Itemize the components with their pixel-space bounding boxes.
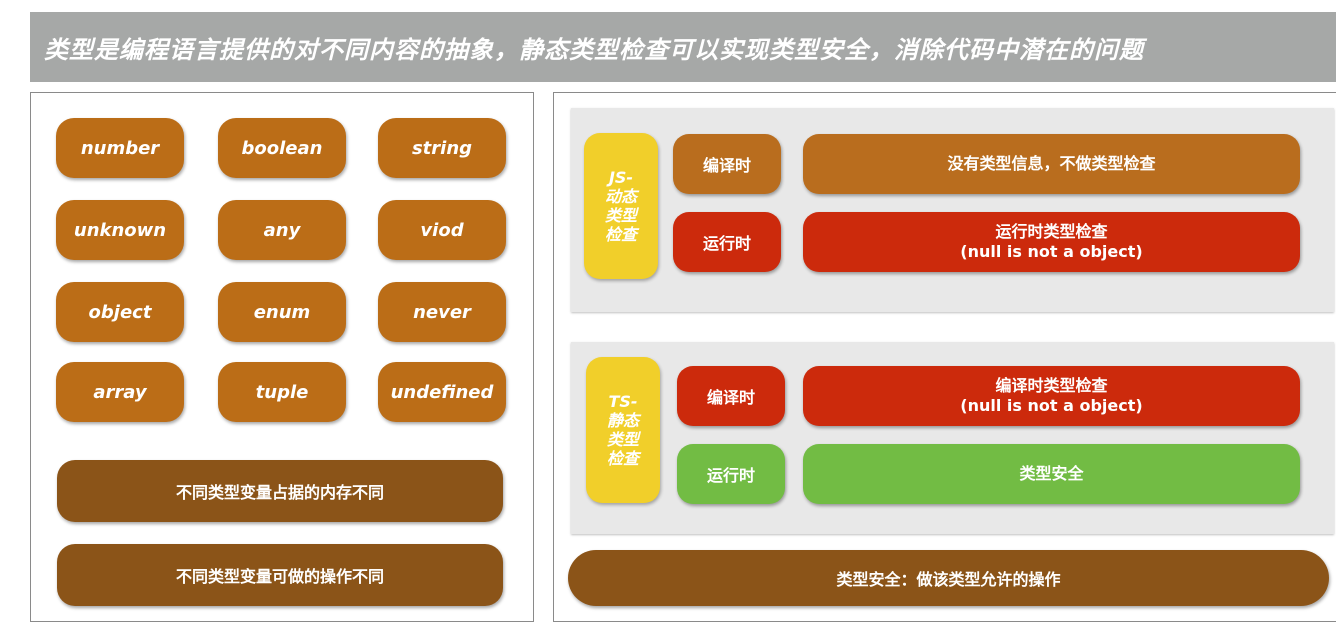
ts-runtime-stage: 运行时 — [677, 444, 785, 504]
type-unknown: unknown — [56, 200, 184, 260]
ts-label-line: 静态 — [606, 411, 639, 430]
ts-runtime-desc: 类型安全 — [803, 444, 1300, 504]
js-runtime-desc: 运行时类型检查 (null is not a object) — [803, 212, 1300, 272]
type-safety-conclusion: 类型安全：做该类型允许的操作 — [568, 550, 1329, 606]
type-enum: enum — [218, 282, 346, 342]
js-label-line: JS- — [608, 168, 634, 187]
ts-label-line: 类型 — [606, 430, 639, 449]
page-title: 类型是编程语言提供的对不同内容的抽象，静态类型检查可以实现类型安全，消除代码中潜… — [44, 35, 1144, 64]
ts-compile-desc: 编译时类型检查 (null is not a object) — [803, 366, 1300, 426]
js-label: JS- 动态 类型 检查 — [584, 133, 658, 279]
type-boolean: boolean — [218, 118, 346, 178]
operations-note: 不同类型变量可做的操作不同 — [57, 544, 503, 606]
js-compile-desc: 没有类型信息，不做类型检查 — [803, 134, 1300, 194]
type-array: array — [56, 362, 184, 422]
js-label-line: 动态 — [604, 187, 637, 206]
type-any: any — [218, 200, 346, 260]
type-viod: viod — [378, 200, 506, 260]
ts-compile-desc-line1: 编译时类型检查 — [995, 376, 1108, 395]
js-label-line: 检查 — [604, 225, 637, 244]
js-runtime-desc-line2: (null is not a object) — [960, 242, 1143, 261]
ts-compile-desc-line2: (null is not a object) — [960, 396, 1143, 415]
ts-label-line: 检查 — [606, 449, 639, 468]
type-string: string — [378, 118, 506, 178]
memory-note: 不同类型变量占据的内存不同 — [57, 460, 503, 522]
type-never: never — [378, 282, 506, 342]
js-compile-desc-text: 没有类型信息，不做类型检查 — [947, 154, 1156, 173]
type-undefined: undefined — [378, 362, 506, 422]
js-runtime-desc-line1: 运行时类型检查 — [995, 222, 1108, 241]
js-label-line: 类型 — [604, 206, 637, 225]
title-banner: 类型是编程语言提供的对不同内容的抽象，静态类型检查可以实现类型安全，消除代码中潜… — [30, 12, 1336, 82]
js-compile-stage: 编译时 — [673, 134, 781, 194]
ts-label-line: TS- — [608, 392, 638, 411]
type-tuple: tuple — [218, 362, 346, 422]
ts-label: TS- 静态 类型 检查 — [586, 357, 660, 503]
type-object: object — [56, 282, 184, 342]
type-number: number — [56, 118, 184, 178]
ts-compile-stage: 编译时 — [677, 366, 785, 426]
ts-runtime-desc-text: 类型安全 — [1019, 464, 1084, 483]
js-runtime-stage: 运行时 — [673, 212, 781, 272]
